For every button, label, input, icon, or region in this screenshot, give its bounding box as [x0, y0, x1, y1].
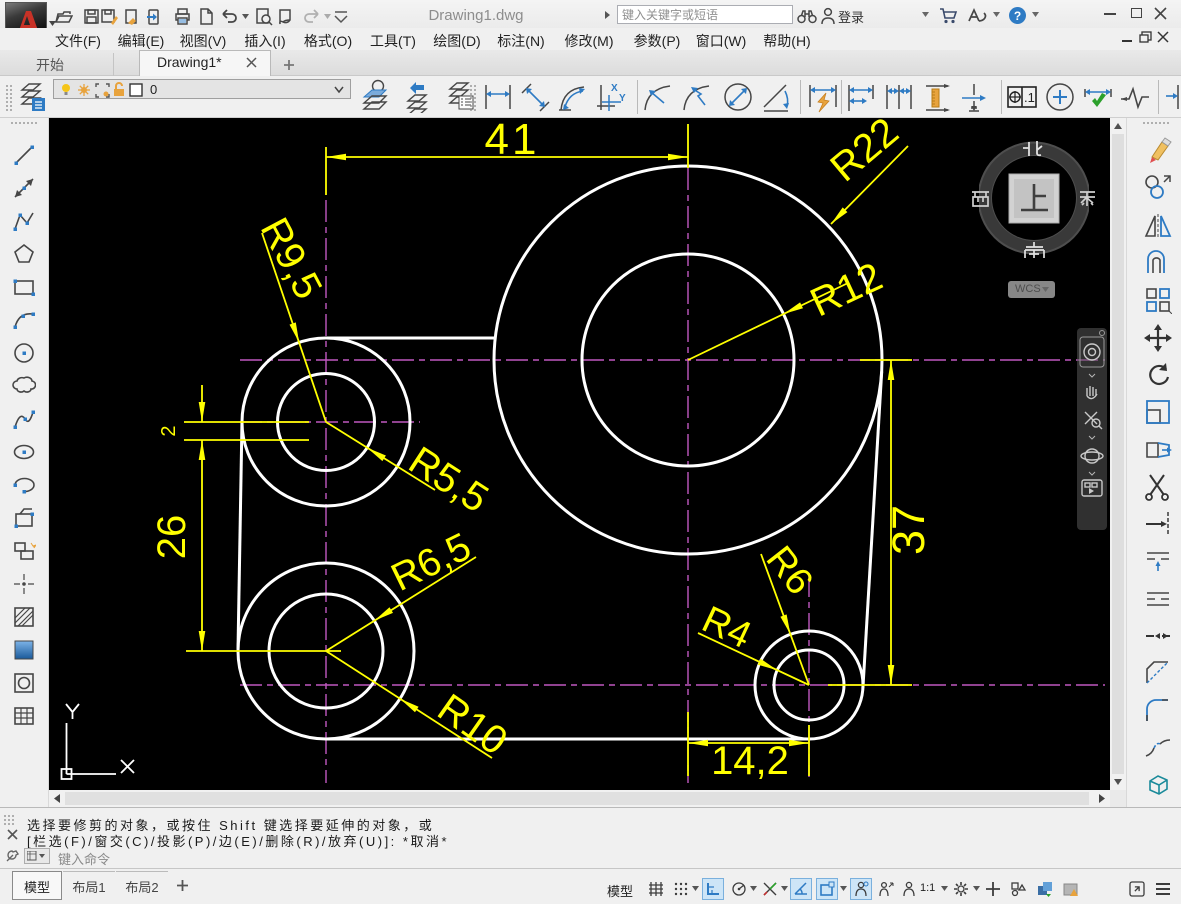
svg-text:R6: R6	[758, 539, 821, 603]
svg-text:R22: R22	[822, 118, 907, 190]
svg-text:Y: Y	[619, 93, 626, 104]
svg-text:37: 37	[883, 505, 934, 555]
svg-text:2: 2	[158, 425, 180, 436]
svg-text:41: 41	[485, 118, 540, 164]
svg-text:R9,5: R9,5	[252, 211, 331, 306]
svg-text:R6,5: R6,5	[385, 525, 478, 600]
svg-text:.1: .1	[1024, 90, 1035, 105]
svg-text:26: 26	[150, 515, 194, 560]
svg-text:R5,5: R5,5	[401, 438, 496, 521]
svg-text:14,2: 14,2	[711, 739, 789, 783]
svg-text:R4: R4	[696, 599, 758, 658]
svg-text:X: X	[611, 83, 618, 94]
svg-text:R10: R10	[430, 686, 515, 764]
svg-text:?: ?	[1014, 9, 1021, 23]
